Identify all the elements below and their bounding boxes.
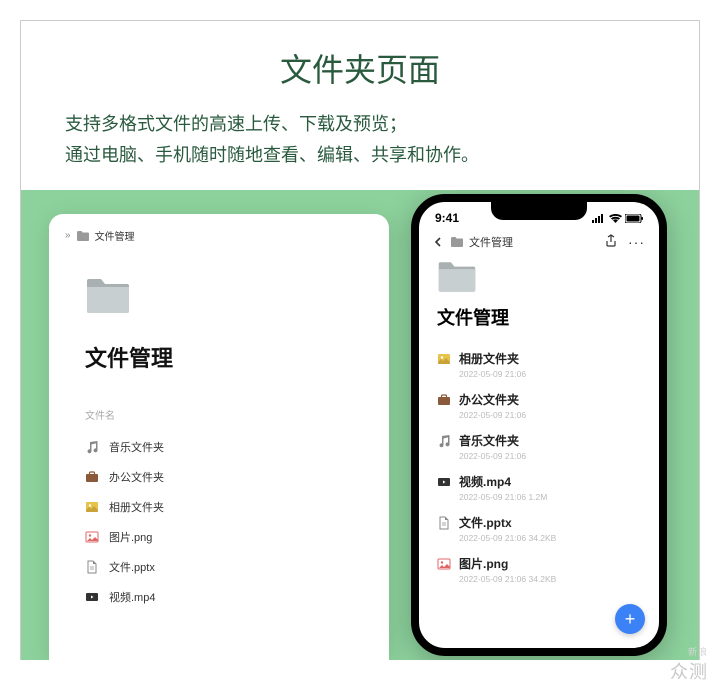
file-row[interactable]: 相册文件夹 2022-05-09 21:06 [437,344,641,385]
subheading-line: 支持多格式文件的高速上传、下载及预览； [65,109,655,140]
file-label: 图片.png [109,529,152,545]
file-row[interactable]: 办公文件夹 2022-05-09 21:06 [437,385,641,426]
promo-heading: 文件夹页面 [21,45,699,91]
file-label: 办公文件夹 [109,469,164,485]
watermark-small: 新浪 [670,645,708,658]
file-row[interactable]: 文件.pptx 2022-05-09 21:06 34.2KB [437,508,641,549]
file-row[interactable]: 办公文件夹 [85,462,353,492]
file-row[interactable]: 图片.png 2022-05-09 21:06 34.2KB [437,549,641,590]
promo-subheading: 支持多格式文件的高速上传、下载及预览； 通过电脑、手机随时随地查看、编辑、共享和… [65,109,655,170]
file-meta: 2022-05-09 21:06 [437,369,641,379]
file-meta: 2022-05-09 21:06 [437,410,641,420]
file-row[interactable]: 文件.pptx [85,552,353,582]
file-label: 图片.png [459,555,508,572]
file-row[interactable]: 音乐文件夹 [85,432,353,462]
more-icon[interactable]: ··· [628,234,645,250]
signal-icon [592,214,606,223]
phone-title: 文件管理 [437,304,641,330]
phone-breadcrumb-label: 文件管理 [469,234,513,250]
file-label: 办公文件夹 [459,391,519,408]
phone-notch [491,202,587,220]
file-label: 音乐文件夹 [459,432,519,449]
subheading-line: 通过电脑、手机随时随地查看、编辑、共享和协作。 [65,140,655,171]
briefcase-icon [437,393,451,407]
file-label: 视频.mp4 [109,589,155,605]
file-label: 相册文件夹 [459,350,519,367]
desktop-file-list: 音乐文件夹办公文件夹相册文件夹图片.png 文件.pptx 视频.mp4 [85,432,353,612]
image-icon [85,530,99,544]
breadcrumb-label: 文件管理 [95,228,135,243]
status-time: 9:41 [435,211,459,225]
folder-large-icon [85,277,131,315]
share-icon[interactable] [604,234,618,250]
file-meta: 2022-05-09 21:06 34.2KB [437,533,641,543]
phone-nav: 文件管理 ··· [419,228,659,252]
desktop-title: 文件管理 [85,341,353,373]
chevrons-icon: » [65,230,71,241]
file-meta: 2022-05-09 21:06 [437,451,641,461]
file-label: 音乐文件夹 [109,439,164,455]
file-row[interactable]: 相册文件夹 [85,492,353,522]
file-label: 视频.mp4 [459,473,511,490]
desktop-breadcrumb[interactable]: » 文件管理 [49,228,389,251]
fab-add-button[interactable]: + [615,604,645,634]
album-icon [437,352,451,366]
folder-mini-icon [451,237,463,247]
phone-mock: 9:41 文件管理 [411,194,667,656]
folder-large-icon [437,260,641,294]
file-meta: 2022-05-09 21:06 1.2M [437,492,641,502]
file-label: 相册文件夹 [109,499,164,515]
album-icon [85,500,99,514]
back-icon[interactable] [433,236,445,248]
file-row[interactable]: 视频.mp4 [85,582,353,612]
phone-file-list: 相册文件夹 2022-05-09 21:06 办公文件夹 2022-05-09 21:… [437,344,641,590]
music-icon [437,434,451,448]
file-row[interactable]: 图片.png [85,522,353,552]
stage: » 文件管理 文件管理 文件名 音乐文件夹办公文件夹相册文件夹图片.png文件.… [21,190,699,660]
music-icon [85,440,99,454]
desktop-mock: » 文件管理 文件管理 文件名 音乐文件夹办公文件夹相册文件夹图片.png 文件.… [49,214,389,660]
video-icon [437,475,451,489]
file-meta: 2022-05-09 21:06 34.2KB [437,574,641,584]
folder-mini-icon [77,231,89,241]
watermark: 新浪 众测 [670,645,708,684]
doc-icon [437,516,451,530]
file-label: 文件.pptx [459,514,512,531]
watermark-large: 众测 [670,662,708,682]
video-icon [85,590,99,604]
status-icons [592,214,643,223]
battery-icon [625,214,643,223]
file-row[interactable]: 视频.mp4 2022-05-09 21:06 1.2M [437,467,641,508]
file-row[interactable]: 音乐文件夹 2022-05-09 21:06 [437,426,641,467]
image-icon [437,557,451,571]
briefcase-icon [85,470,99,484]
file-label: 文件.pptx [109,559,155,575]
promo-frame: 文件夹页面 支持多格式文件的高速上传、下载及预览； 通过电脑、手机随时随地查看、… [20,20,700,660]
desktop-column-header: 文件名 [85,407,353,422]
wifi-icon [609,214,622,223]
doc-icon [85,560,99,574]
